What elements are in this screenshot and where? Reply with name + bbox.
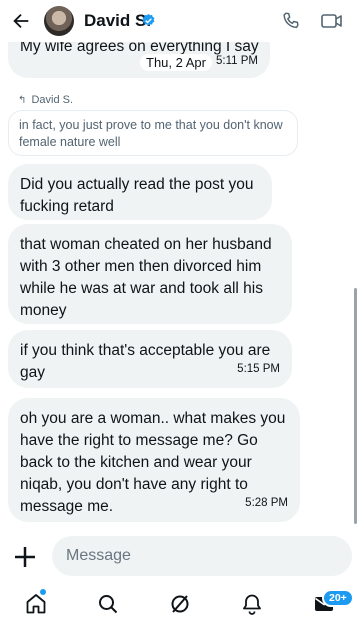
grok-icon[interactable] (168, 592, 192, 616)
avatar[interactable] (44, 6, 74, 36)
message-time: 5:11 PM (216, 55, 258, 67)
message-text: Did you actually read the post you fucki… (20, 176, 254, 215)
message-bubble[interactable]: oh you are a woman.. what makes you have… (8, 398, 300, 522)
message-time: 5:28 PM (245, 497, 288, 509)
date-separator: Thu, 2 Apr (140, 54, 212, 71)
message-input[interactable] (52, 536, 352, 576)
message-time: 5:15 PM (237, 363, 280, 375)
phone-icon[interactable] (280, 10, 302, 32)
home-notification-dot (40, 589, 46, 595)
plus-icon[interactable] (10, 542, 40, 572)
message-bubble[interactable]: that woman cheated on her husband with 3… (8, 224, 292, 324)
reply-arrow-icon: ↰ (18, 95, 27, 106)
notifications-bell-icon[interactable] (240, 592, 264, 616)
back-arrow-icon[interactable] (10, 10, 32, 32)
conversation-header: David S. (0, 0, 360, 42)
search-icon[interactable] (96, 592, 120, 616)
message-bubble[interactable]: Did you actually read the post you fucki… (8, 164, 272, 220)
verified-badge-icon (141, 13, 156, 28)
reply-author: David S. (31, 94, 74, 106)
bottom-nav (0, 584, 360, 624)
home-icon[interactable] (24, 592, 48, 616)
messages-badge: 20+ (322, 589, 354, 607)
message-text: that woman cheated on her husband with 3… (20, 236, 272, 319)
message-bubble[interactable]: if you think that's acceptable you are g… (8, 330, 292, 388)
quoted-message[interactable]: in fact, you just prove to me that you d… (8, 110, 298, 156)
scrollbar[interactable] (354, 288, 357, 524)
message-text: if you think that's acceptable you are g… (20, 342, 271, 381)
video-call-icon[interactable] (320, 10, 344, 32)
reply-label: ↰ David S. (18, 94, 73, 106)
